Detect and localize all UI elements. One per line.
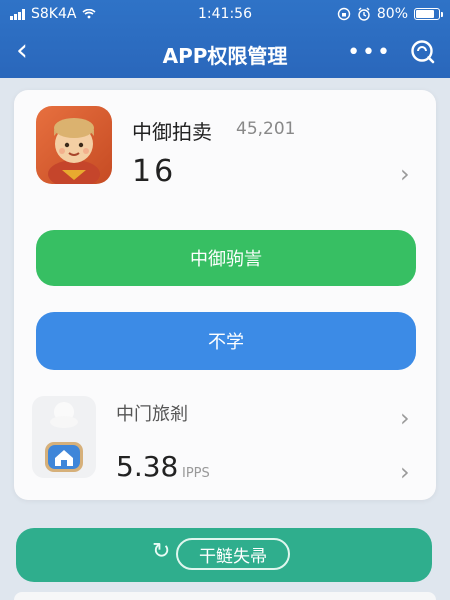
avatar bbox=[48, 118, 100, 184]
status-right: 80% bbox=[337, 0, 443, 28]
header-bar: S8K4A 1:41:56 80% ‹ APP权限管理 ••• bbox=[0, 0, 450, 78]
sub-app-unit: IPPS bbox=[182, 466, 210, 481]
chevron-right-icon[interactable]: › bbox=[400, 460, 420, 484]
next-card-edge bbox=[14, 592, 436, 600]
sub-app-name: 中门旅剎 bbox=[116, 404, 188, 425]
bottom-action-button[interactable]: ↻ 干鲢失帚 bbox=[16, 528, 432, 582]
home-icon bbox=[45, 402, 83, 472]
permission-card: 中御拍卖 45,201 16 › 中御驹訔 不学 中门旅剎 › 5.38 IPP… bbox=[14, 90, 436, 500]
nav-bar: ‹ APP权限管理 ••• bbox=[0, 28, 450, 78]
lock-rotation-icon bbox=[337, 7, 351, 21]
app-icon[interactable] bbox=[36, 106, 112, 184]
sub-app-icon[interactable] bbox=[32, 396, 96, 478]
green-action-button[interactable]: 中御驹訔 bbox=[36, 230, 416, 286]
search-icon[interactable] bbox=[408, 38, 436, 66]
sub-app-number: 5.38 bbox=[116, 450, 179, 483]
permission-count: 16 bbox=[132, 154, 177, 189]
refresh-icon: ↻ bbox=[152, 539, 171, 564]
app-name: 中御拍卖 bbox=[132, 120, 212, 144]
more-options-button[interactable]: ••• bbox=[347, 40, 392, 65]
chevron-right-icon[interactable]: › bbox=[400, 162, 420, 186]
alarm-icon bbox=[358, 7, 370, 21]
battery-percent: 80% bbox=[376, 6, 408, 22]
bottom-button-label: 干鲢失帚 bbox=[176, 538, 290, 570]
chevron-right-icon[interactable]: › bbox=[400, 406, 420, 430]
blue-action-button[interactable]: 不学 bbox=[36, 312, 416, 370]
app-count: 45,201 bbox=[236, 119, 296, 139]
status-bar: S8K4A 1:41:56 80% bbox=[0, 0, 450, 28]
battery-icon bbox=[414, 8, 443, 20]
